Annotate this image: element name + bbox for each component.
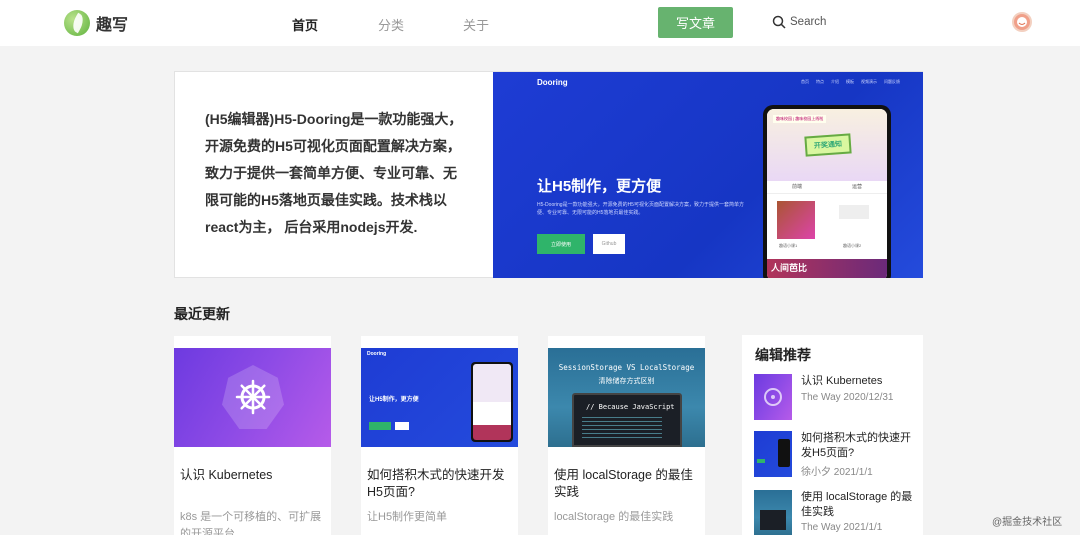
phone-tab: 运营 (851, 184, 862, 190)
recommend-date: 2021/1/1 (843, 522, 883, 533)
top-navbar: 趣写 首页 分类 关于 写文章 Search (0, 0, 1080, 46)
nav-about[interactable]: 关于 (463, 15, 489, 34)
recommend-thumbnail[interactable] (754, 431, 792, 477)
phone-mockup: 趣味校园 | 趣味校园上线啦 开奖通知 前端 运营 趣语小课1 趣语小课2 人间… (763, 105, 891, 278)
banner-menu-item: 问题反馈 (884, 79, 900, 84)
recommend-item-title[interactable]: 使用 localStorage 的最佳实践 (801, 490, 919, 520)
banner-image-logo: Dooring (537, 78, 568, 87)
avatar-face-icon (1017, 17, 1027, 27)
banner-image[interactable]: Dooring 首页 特点 介绍 模板 视频演示 问题反馈 让H5制作，更方便 … (493, 72, 923, 278)
article-title[interactable]: 认识 Kubernetes (180, 467, 326, 484)
phone-tabs: 前端 运营 (767, 183, 887, 194)
recent-section-title: 最近更新 (174, 306, 230, 322)
article-cover-image[interactable]: Dooring 让H5制作，更方便 (361, 348, 518, 447)
recommend-author: The Way (801, 392, 841, 403)
recommend-item[interactable]: 使用 localStorage 的最佳实践 The Way 2021/1/1 (754, 490, 919, 535)
article-card-kubernetes[interactable]: 认识 Kubernetes k8s 是一个可移植的、可扩展的开源平台 (174, 336, 331, 535)
cover-title: SessionStorage VS LocalStorage (558, 363, 695, 372)
banner-description: (H5编辑器)H5-Dooring是一款功能强大，开源免费的H5可视化页面配置解… (205, 111, 463, 235)
cover-title: 让H5制作，更方便 (369, 397, 419, 403)
banner-menu-item: 特点 (816, 79, 824, 84)
recommend-date: 2021/1/1 (833, 467, 873, 478)
article-description: k8s 是一个可移植的、可扩展的开源平台 (180, 511, 322, 535)
search-box[interactable]: Search (772, 15, 826, 29)
cover-code-lines (582, 417, 662, 439)
recommend-thumbnail[interactable] (754, 490, 792, 535)
banner-menu-item: 介绍 (831, 79, 839, 84)
nav-home[interactable]: 首页 (292, 15, 318, 34)
recommend-item-meta: The Way 2021/1/1 (801, 522, 882, 533)
phone-card-image (777, 201, 815, 239)
recommend-author: The Way (801, 522, 841, 533)
phone-bottom-banner: 人间芭比 (767, 259, 887, 278)
helm-wheel-icon (235, 379, 271, 415)
article-description: localStorage 的最佳实践 (554, 511, 674, 523)
editor-recommendations: 编辑推荐 认识 Kubernetes The Way 2020/12/31 如何… (742, 335, 923, 535)
cover-code: // Because JavaScript (586, 403, 675, 411)
search-label: Search (790, 16, 827, 28)
nav-category[interactable]: 分类 (378, 15, 404, 34)
featured-banner[interactable]: (H5编辑器)H5-Dooring是一款功能强大，开源免费的H5可视化页面配置解… (174, 71, 923, 278)
article-title[interactable]: 使用 localStorage 的最佳实践 (554, 467, 700, 501)
recommend-date: 2020/12/31 (843, 392, 894, 403)
cover-button (369, 422, 391, 430)
banner-menu-item: 视频演示 (861, 79, 877, 84)
phone-badge: 开奖通知 (804, 133, 852, 157)
search-icon (772, 15, 786, 29)
recommend-title: 编辑推荐 (755, 347, 811, 363)
phone-tab: 前端 (791, 184, 802, 190)
banner-image-desc: H5-Dooring是一款功能强大，开源免费的H5可视化页面配置解决方案，致力于… (537, 202, 744, 216)
article-cover-image[interactable]: SessionStorage VS LocalStorage 清除储存方式区别 … (548, 348, 705, 447)
cover-subtitle: 清除储存方式区别 (598, 378, 655, 385)
article-cover-image[interactable] (174, 348, 331, 447)
recommend-item-meta: The Way 2020/12/31 (801, 392, 893, 403)
cover-phone-mockup (471, 362, 513, 442)
banner-image-menu: 首页 特点 介绍 模板 视频演示 问题反馈 (801, 79, 900, 85)
article-card-h5[interactable]: Dooring 让H5制作，更方便 如何搭积木式的快速开发H5页面? 让H5制作… (361, 336, 518, 535)
kubernetes-logo-icon (764, 388, 782, 406)
recommend-author: 徐小夕 (801, 467, 831, 478)
recommend-item-meta: 徐小夕 2021/1/1 (801, 463, 873, 478)
recommend-item[interactable]: 如何搭积木式的快速开发H5页面? 徐小夕 2021/1/1 (754, 431, 919, 481)
user-avatar[interactable] (1012, 12, 1032, 32)
phone-card-image (839, 205, 869, 219)
cover-laptop: // Because JavaScript (572, 393, 682, 447)
recommend-item-title[interactable]: 认识 Kubernetes (801, 374, 919, 389)
watermark: @掘金技术社区 (992, 517, 1063, 528)
banner-menu-item: 首页 (801, 79, 809, 84)
kubernetes-logo-icon (222, 365, 284, 429)
recommend-thumbnail[interactable] (754, 374, 792, 420)
banner-image-primary-button: 立即使用 (537, 234, 585, 254)
cover-logo: Dooring (367, 351, 387, 357)
banner-image-secondary-button: Github (593, 234, 625, 254)
article-description: 让H5制作更简单 (367, 511, 448, 523)
phone-tag: 趣味校园 | 趣味校园上线啦 (773, 115, 827, 123)
write-article-button[interactable]: 写文章 (658, 7, 733, 38)
recommend-item-title[interactable]: 如何搭积木式的快速开发H5页面? (801, 431, 919, 461)
phone-screen: 趣味校园 | 趣味校园上线啦 开奖通知 前端 运营 趣语小课1 趣语小课2 人间… (767, 109, 887, 278)
site-logo[interactable]: 趣写 (64, 10, 128, 36)
article-card-localstorage[interactable]: SessionStorage VS LocalStorage 清除储存方式区别 … (548, 336, 705, 535)
article-title[interactable]: 如何搭积木式的快速开发H5页面? (367, 467, 513, 501)
phone-card-label: 趣语小课2 (843, 243, 862, 248)
leaf-logo-icon (64, 10, 90, 36)
logo-text: 趣写 (96, 17, 129, 34)
cover-button (395, 422, 409, 430)
banner-menu-item: 模板 (846, 79, 854, 84)
banner-image-title: 让H5制作，更方便 (537, 178, 662, 195)
recommend-item[interactable]: 认识 Kubernetes The Way 2020/12/31 (754, 374, 919, 424)
phone-card-label: 趣语小课1 (779, 243, 798, 248)
